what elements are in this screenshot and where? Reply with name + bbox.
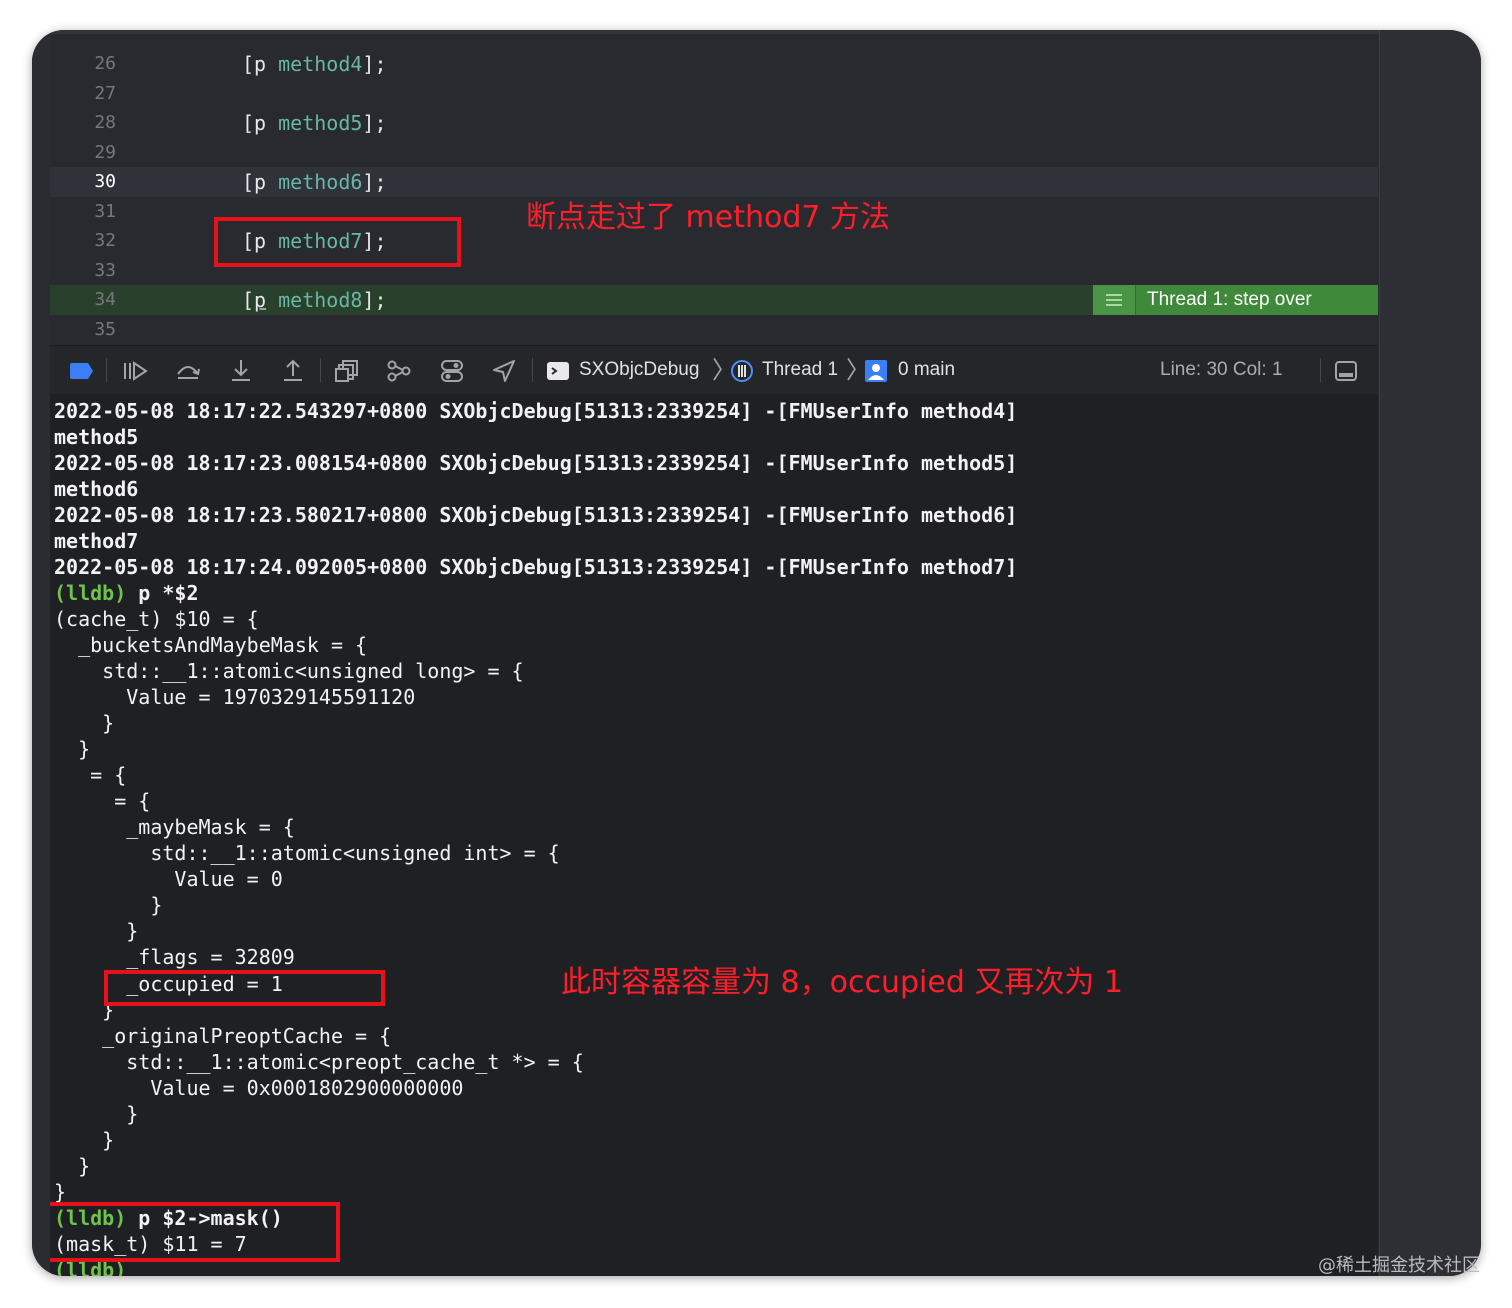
line-number: 30 [94,171,116,192]
console-line: (cache_t) $10 = { [54,607,259,631]
code-line: 28 [p method5]; [50,108,1378,138]
code-text: [p method6]; [242,170,387,194]
toolbar-separator [532,358,533,382]
line-number: 29 [94,142,116,163]
step-out-icon[interactable] [280,358,306,384]
line-number: 35 [94,319,116,340]
console-line: method6 [54,477,139,501]
stack-frame-name[interactable]: 0 main [898,346,955,394]
line-number: 31 [94,201,116,222]
step-over-label: Thread 1: step over [1147,289,1312,310]
code-line: 29 [50,138,1378,168]
left-gutter-strip [32,30,51,1276]
toolbar-separator [320,358,321,382]
console-line: std::__1::atomic<preopt_cache_t *> = { [54,1050,584,1074]
source-editor[interactable]: 26 [p method4]; 27 28 [p method5]; 29 30… [50,34,1378,345]
line-col-indicator: Line: 30 Col: 1 [1160,359,1283,380]
annotation-occupied-text: 此时容器容量为 8，occupied 又再次为 1 [561,965,1124,1000]
code-text: [p method4]; [242,52,387,76]
console-line: 2022-05-08 18:17:22.543297+0800 SXObjcDe… [54,399,1018,423]
console-line: _bucketsAndMaybeMask = { [54,633,368,657]
console-line: } [54,711,115,735]
console-line: _maybeMask = { [54,815,295,839]
code-line-execution: 34 [p method8]; Thread 1: step over [50,285,1378,315]
annotation-method7-text: 断点走过了 method7 方法 [526,200,891,235]
breakpoints-toggle-icon[interactable] [68,358,94,384]
line-number: 26 [94,53,116,74]
annotation-box-occupied [104,970,385,1006]
code-text: [p method5]; [242,111,387,135]
line-number: 27 [94,83,116,104]
console-line: 2022-05-08 18:17:23.580217+0800 SXObjcDe… [54,503,1018,527]
step-into-icon[interactable] [228,358,254,384]
code-line: 26 [p method4]; [50,49,1378,79]
memory-graph-icon[interactable] [386,358,412,384]
code-text: [p method8]; [242,288,387,312]
step-over-icon[interactable] [175,358,201,384]
console-line: 2022-05-08 18:17:24.092005+0800 SXObjcDe… [54,555,1018,579]
line-number: 32 [94,230,116,251]
console-line: _originalPreoptCache = { [54,1024,392,1048]
debug-console[interactable]: 2022-05-08 18:17:22.543297+0800 SXObjcDe… [50,394,1378,1276]
console-line: } [54,893,163,917]
watermark: @稀土掘金技术社区 [1318,1255,1480,1276]
terminal-app-icon [545,358,571,384]
annotation-box-method7 [214,217,461,267]
minimap-strip [1379,30,1481,1276]
line-number: 28 [94,112,116,133]
toolbar-separator [1320,358,1321,382]
console-line: std::__1::atomic<unsigned int> = { [54,841,560,865]
console-line: Value = 0 [54,867,283,891]
continue-icon[interactable] [122,358,148,384]
console-line: Value = 1970329145591120 [54,685,416,709]
line-number: 34 [94,289,116,310]
environment-overrides-icon[interactable] [439,358,465,384]
console-line: } [54,1154,91,1178]
lldb-prompt: (lldb) [54,581,127,605]
list-icon [1093,285,1136,315]
console-line: } [54,1128,115,1152]
console-line: _flags = 32809 [54,945,295,969]
simulate-location-icon[interactable] [491,358,517,384]
console-line: = { [54,789,151,813]
stack-frame-user-icon [863,358,889,384]
console-line: } [54,737,91,761]
console-line: 2022-05-08 18:17:23.008154+0800 SXObjcDe… [54,451,1018,475]
code-line: 27 [50,79,1378,109]
console-line: method7 [54,529,139,553]
console-line: } [54,919,139,943]
toolbar-separator [106,358,107,382]
xcode-window: 26 [p method4]; 27 28 [p method5]; 29 30… [32,30,1481,1276]
thread-icon [729,358,755,384]
console-line: method5 [54,425,139,449]
code-line: 35 [50,315,1378,345]
line-number: 33 [94,260,116,281]
thread-name[interactable]: Thread 1 [762,346,838,394]
console-line: std::__1::atomic<unsigned long> = { [54,659,524,683]
step-over-badge[interactable]: Thread 1: step over [1093,285,1378,315]
scheme-name[interactable]: SXObjcDebug [579,346,699,394]
console-line: Value = 0x0001802900000000 [54,1076,464,1100]
console-command-line: (lldb) p *$2 [54,581,199,605]
annotation-box-mask [50,1202,340,1262]
toggle-console-icon[interactable] [1333,358,1359,384]
console-line: = { [54,763,127,787]
debug-bar: SXObjcDebug 〉 Thread 1 〉 0 main Line: 30… [50,345,1378,395]
console-line: } [54,1102,139,1126]
debug-view-hierarchy-icon[interactable] [334,358,360,384]
